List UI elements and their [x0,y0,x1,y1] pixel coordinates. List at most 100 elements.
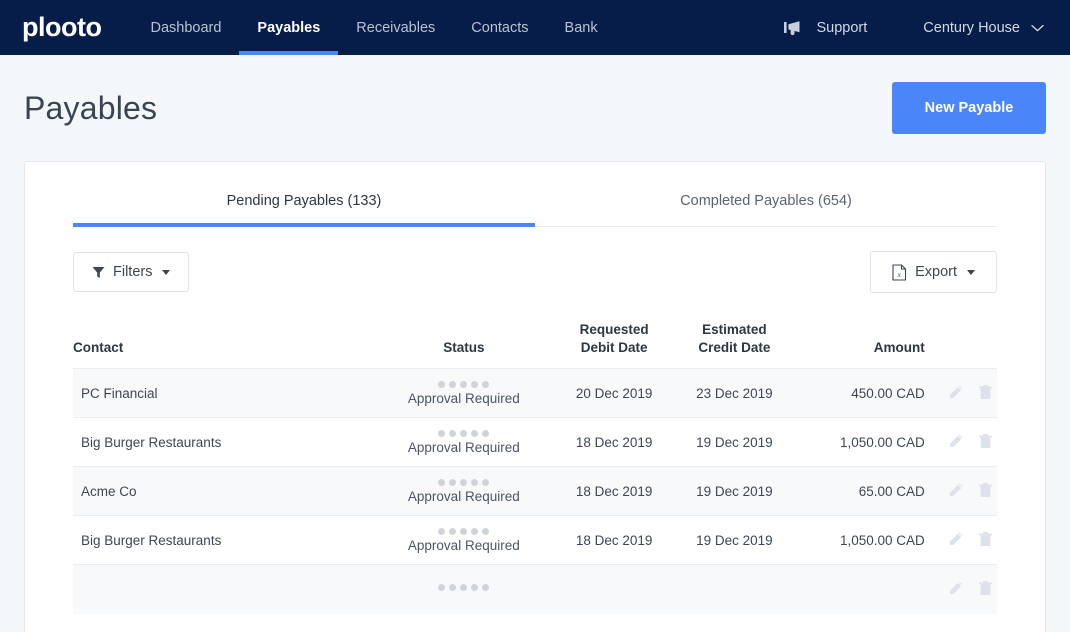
table-row[interactable]: Acme CoApproval Required18 Dec 201919 De… [73,467,997,516]
status-dot [471,381,478,388]
payables-tabs: Pending Payables (133) Completed Payable… [73,162,997,227]
status-dot [482,528,489,535]
status-dot [471,528,478,535]
trash-icon[interactable] [978,384,993,400]
cell-actions [925,516,997,565]
tab-pending-payables[interactable]: Pending Payables (133) [73,193,535,226]
cell-amount [795,565,925,614]
status-dot [460,584,467,591]
table-row[interactable] [73,565,997,614]
table-header: Contact Status Requested Debit Date Esti… [73,321,997,369]
status-dot [449,479,456,486]
cell-actions [925,418,997,467]
cell-requested-debit-date: 18 Dec 2019 [554,516,674,565]
cell-estimated-credit-date: 19 Dec 2019 [674,467,794,516]
column-header-estimated-credit-date: Estimated Credit Date [674,321,794,369]
status-dots [374,381,554,388]
cell-status: Approval Required [374,467,554,516]
trash-icon[interactable] [978,580,993,596]
status-dot [482,430,489,437]
status-dot [449,381,456,388]
nav-link-dashboard[interactable]: Dashboard [132,0,239,55]
filters-button[interactable]: Filters [73,252,189,292]
column-header-contact: Contact [73,321,374,369]
organization-name: Century House [923,20,1020,36]
trash-icon[interactable] [978,482,993,498]
cell-amount: 1,050.00 CAD [795,418,925,467]
payables-table-wrapper: Contact Status Requested Debit Date Esti… [73,293,997,614]
column-header-requested-debit-date: Requested Debit Date [554,321,674,369]
row-actions [948,531,993,547]
status-dot [449,584,456,591]
chevron-down-icon [967,270,975,275]
row-actions [948,384,993,400]
nav-link-payables[interactable]: Payables [239,0,338,55]
nav-link-contacts[interactable]: Contacts [453,0,546,55]
cell-requested-debit-date: 20 Dec 2019 [554,369,674,418]
table-row[interactable]: Big Burger RestaurantsApproval Required1… [73,418,997,467]
trash-icon[interactable] [978,531,993,547]
chevron-down-icon [162,270,170,275]
cell-actions [925,565,997,614]
column-header-amount: Amount [795,321,925,369]
cell-requested-debit-date [554,565,674,614]
megaphone-icon [784,20,806,36]
support-button[interactable]: Support [784,20,867,36]
cell-estimated-credit-date: 19 Dec 2019 [674,516,794,565]
status-dots [374,528,554,535]
main-nav-links: Dashboard Payables Receivables Contacts … [132,0,615,55]
plooto-logo[interactable]: plooto [22,14,101,41]
status-dot [438,430,445,437]
tab-completed-payables[interactable]: Completed Payables (654) [535,193,997,226]
pencil-icon[interactable] [948,433,964,449]
status-dot [471,479,478,486]
pencil-icon[interactable] [948,384,964,400]
status-dot [482,584,489,591]
pencil-icon[interactable] [948,580,964,596]
pencil-icon[interactable] [948,482,964,498]
status-dot [438,479,445,486]
organization-switcher[interactable]: Century House [923,20,1044,36]
excel-file-icon: x [892,264,907,281]
cell-contact: Acme Co [73,467,374,516]
status-label: Approval Required [374,538,554,553]
export-button[interactable]: x Export [870,251,997,293]
cell-amount: 450.00 CAD [795,369,925,418]
cell-status [374,565,554,614]
status-dots [374,430,554,437]
nav-link-bank[interactable]: Bank [547,0,616,55]
status-label: Approval Required [374,440,554,455]
page-header: Payables New Payable [0,55,1070,161]
row-actions [948,433,993,449]
column-header-status: Status [374,321,554,369]
cell-contact: Big Burger Restaurants [73,516,374,565]
status-dot [438,528,445,535]
status-dot [449,430,456,437]
column-header-estimated-credit-date-line1: Estimated [674,321,794,339]
cell-estimated-credit-date: 19 Dec 2019 [674,418,794,467]
pencil-icon[interactable] [948,531,964,547]
table-row[interactable]: Big Burger RestaurantsApproval Required1… [73,516,997,565]
column-header-estimated-credit-date-line2: Credit Date [674,339,794,357]
status-dot [438,381,445,388]
nav-link-receivables[interactable]: Receivables [338,0,453,55]
table-header-row: Contact Status Requested Debit Date Esti… [73,321,997,369]
filters-label: Filters [113,264,152,280]
cell-amount: 1,050.00 CAD [795,516,925,565]
chevron-down-icon [1031,24,1044,32]
cell-contact [73,565,374,614]
row-actions [948,482,993,498]
table-row[interactable]: PC FinancialApproval Required20 Dec 2019… [73,369,997,418]
new-payable-button[interactable]: New Payable [892,82,1046,134]
cell-status: Approval Required [374,418,554,467]
status-dots [374,479,554,486]
support-label: Support [816,20,867,36]
trash-icon[interactable] [978,433,993,449]
nav-right-group: Support Century House [784,0,1070,55]
status-dot [449,528,456,535]
cell-estimated-credit-date: 23 Dec 2019 [674,369,794,418]
cell-requested-debit-date: 18 Dec 2019 [554,418,674,467]
column-header-requested-debit-date-line1: Requested [554,321,674,339]
top-navigation-bar: plooto Dashboard Payables Receivables Co… [0,0,1070,55]
table-toolbar: Filters x Export [73,251,997,293]
